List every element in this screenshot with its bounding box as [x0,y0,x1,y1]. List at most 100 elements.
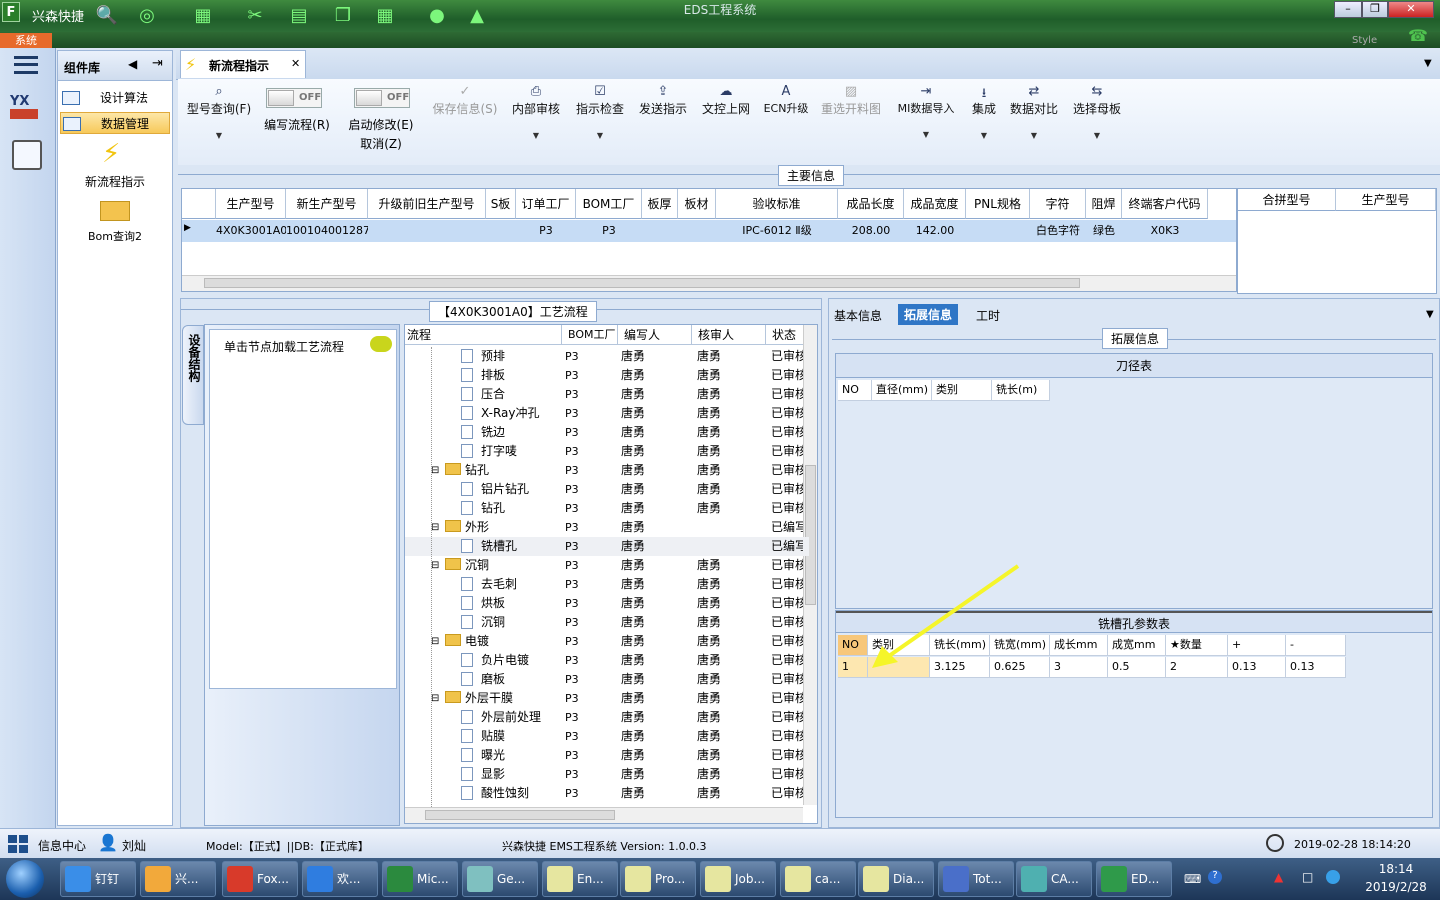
tree-row[interactable]: 排板 P3 唐勇 唐勇 已审核 [405,366,809,385]
start-modify-toggle[interactable]: OFF [354,88,410,108]
taskbar-app-button[interactable]: Tot... [938,861,1014,897]
tree-row[interactable]: ⊟ 钻孔 P3 唐勇 唐勇 已审核 [405,461,809,480]
send-instruction-button[interactable]: ⇪ 发送指示 [636,84,690,117]
column-header[interactable]: 阻焊 [1086,189,1122,219]
column-header[interactable]: 字符 [1030,189,1086,219]
help-icon[interactable]: ? [1208,870,1222,884]
select-mother-board-button[interactable]: ⇆ 选择母板 ▼ [1070,84,1124,140]
close-tab-icon[interactable]: ✕ [291,57,300,70]
column-header[interactable]: 核审人 [691,325,765,345]
model-query-button[interactable]: ⌕ 型号查询(F) ▼ [184,84,254,140]
column-header[interactable]: 铣长(m) [992,380,1050,401]
taskbar-app-button[interactable]: Mic... [382,861,458,897]
table-cell[interactable]: 0.5 [1108,657,1166,678]
column-header[interactable]: 新生产型号 [286,189,368,219]
tray-bubble-icon[interactable] [1326,870,1340,884]
column-header[interactable]: 终端客户代码 [1122,189,1208,219]
tree-row[interactable]: X-Ray冲孔 P3 唐勇 唐勇 已审核 [405,404,809,423]
taskbar-app-button[interactable]: Job... [700,861,776,897]
tree-row[interactable]: 烘板 P3 唐勇 唐勇 已审核 [405,594,809,613]
tree-row[interactable]: 显影 P3 唐勇 唐勇 已审核 [405,765,809,784]
tree-row[interactable]: ⊟ 外层干膜 P3 唐勇 唐勇 已审核 [405,689,809,708]
expand-toggle-icon[interactable]: ⊟ [431,518,439,537]
tab-basic-info[interactable]: 基本信息 [834,307,882,324]
table-cell[interactable]: 4X0K3001A0 [216,220,287,242]
tree-row[interactable]: 铣边 P3 唐勇 唐勇 已审核 [405,423,809,442]
taskbar-app-button[interactable]: Ge... [462,861,538,897]
tree-row[interactable]: 酸性蚀刻 P3 唐勇 唐勇 已审核 [405,784,809,803]
start-modify-control[interactable]: OFF 启动修改(E) 取消(Z) [346,88,416,152]
reselect-cut-button[interactable]: ▨ 重选开料图 [818,84,884,117]
minimize-button[interactable]: – [1334,1,1362,18]
taskbar-app-button[interactable]: 欢... [302,861,378,897]
windows-grid-icon[interactable] [8,835,28,853]
column-header[interactable]: 板厚 [642,189,678,219]
internal-review-button[interactable]: ⎙ 内部审核 ▼ [510,84,562,140]
column-header[interactable]: 类别 [932,380,992,401]
tree-row[interactable]: 负片电镀 P3 唐勇 唐勇 已审核 [405,651,809,670]
column-header[interactable]: 升级前旧生产型号 [368,189,486,219]
column-header[interactable]: 成品长度 [838,189,904,219]
instruction-check-button[interactable]: ☑ 指示检查 ▼ [574,84,626,140]
column-header[interactable]: S板 [486,189,516,219]
lightning-icon[interactable]: ⚡ [102,139,120,169]
column-header[interactable]: NO [838,380,872,401]
table-cell[interactable] [642,220,678,242]
side-tab-equipment-structure[interactable]: 设备结构 [182,325,204,425]
doc-upload-button[interactable]: ☁ 文控上网 [698,84,754,117]
tree-row[interactable]: 贴膜 P3 唐勇 唐勇 已审核 [405,727,809,746]
table-cell[interactable]: 208.00 [838,220,904,242]
column-header[interactable]: PNL规格 [966,189,1030,219]
scrollbar-thumb[interactable] [425,810,615,820]
save-info-button[interactable]: ✓ 保存信息(S) [430,84,500,117]
comp-item-data-management[interactable]: 数据管理 [60,112,170,134]
cancel-label[interactable]: 取消(Z) [346,135,416,152]
data-compare-button[interactable]: ⇄ 数据对比 ▼ [1008,84,1060,140]
horizontal-scrollbar[interactable] [405,807,803,823]
table-cell[interactable] [486,220,516,242]
tree-row[interactable]: 钻孔 P3 唐勇 唐勇 已审核 [405,499,809,518]
tab-new-flow[interactable]: ⚡ 新流程指示 ✕ [180,50,306,78]
tab-dropdown-icon[interactable]: ▼ [1426,309,1434,320]
column-header[interactable]: 成品宽度 [904,189,966,219]
tree-row[interactable]: 打字唛 P3 唐勇 唐勇 已审核 [405,442,809,461]
taskbar-app-button[interactable]: ED... [1096,861,1172,897]
column-header[interactable]: 生产型号 [216,189,286,219]
taskbar-app-button[interactable]: Pro... [620,861,696,897]
edit-flow-toggle[interactable]: OFF [266,88,322,108]
table-cell[interactable]: 142.00 [904,220,966,242]
scrollbar-thumb[interactable] [204,278,1080,288]
yx-module-icon[interactable]: YX [10,94,44,126]
tree-row[interactable]: 去毛刺 P3 唐勇 唐勇 已审核 [405,575,809,594]
table-cell[interactable]: 0.13 [1286,657,1346,678]
tray-app-icon[interactable]: ▲ [1274,870,1283,884]
expand-toggle-icon[interactable]: ⊟ [431,632,439,651]
taskbar-clock[interactable]: 18:14 2019/2/28 [1360,862,1432,894]
integrate-button[interactable]: ⭳ 集成 ▼ [966,84,1002,140]
network-icon[interactable]: □ [1302,870,1313,884]
table-cell[interactable]: 2 [1166,657,1228,678]
close-button[interactable]: ✕ [1388,1,1434,18]
expand-toggle-icon[interactable]: ⊟ [431,556,439,575]
info-center-label[interactable]: 信息中心 [38,837,86,854]
table-cell[interactable]: P3 [516,220,576,242]
taskbar-app-button[interactable]: 兴... [140,861,216,897]
column-header[interactable]: 成长mm [1050,635,1108,656]
restore-button[interactable]: ❐ [1362,1,1388,18]
taskbar-app-button[interactable]: ca... [780,861,856,897]
tree-row[interactable]: ⊟ 沉铜 P3 唐勇 唐勇 已审核 [405,556,809,575]
new-flow-launcher-label[interactable]: 新流程指示 [58,173,172,190]
table-cell[interactable] [368,220,486,242]
table-cell[interactable] [678,220,716,242]
column-header[interactable]: 合拼型号 [1238,189,1336,211]
style-label[interactable]: Style [1352,35,1377,46]
tree-row[interactable]: 压合 P3 唐勇 唐勇 已审核 [405,385,809,404]
taskbar-app-button[interactable]: Fox... [222,861,298,897]
folder-icon[interactable] [100,201,130,221]
column-header[interactable]: ★数量 [1166,635,1228,656]
tab-work-hours[interactable]: 工时 [976,307,1000,324]
horizontal-scrollbar[interactable] [182,275,1236,291]
start-button[interactable] [6,860,44,898]
tree-row[interactable]: 铣槽孔 P3 唐勇 已编写 [405,537,809,556]
column-header[interactable]: BOM工厂 [576,189,642,219]
